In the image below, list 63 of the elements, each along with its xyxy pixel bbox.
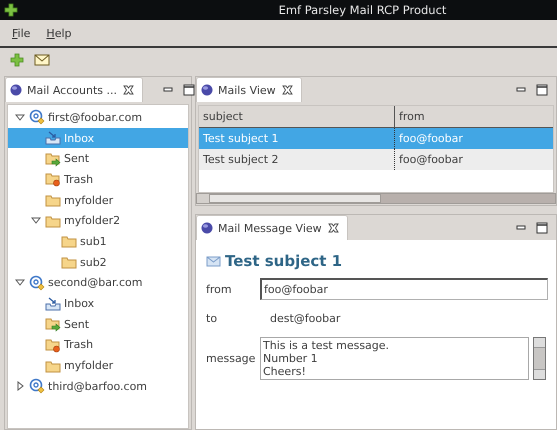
vertical-scrollbar[interactable]	[533, 337, 546, 380]
maximize-icon[interactable]	[536, 84, 548, 96]
expanded-arrow-icon[interactable]	[15, 112, 25, 122]
table-cell: foo@foobar	[395, 149, 553, 170]
tree-item[interactable]: Trash	[8, 334, 188, 356]
folder-badge-icon	[45, 171, 61, 188]
add-icon[interactable]	[10, 53, 24, 67]
close-icon[interactable]	[280, 84, 293, 96]
sphere-icon	[201, 222, 213, 234]
window-title: Emf Parsley Mail RCP Product	[278, 3, 448, 17]
tree-item[interactable]: sub1	[8, 231, 188, 252]
message-text-area[interactable]: This is a test message. Number 1 Cheers!	[260, 337, 529, 380]
minimize-icon[interactable]	[516, 222, 526, 232]
envelope-icon	[206, 254, 221, 268]
table-cell: Test subject 2	[199, 149, 395, 170]
input-field[interactable]: foo@foobar	[260, 278, 548, 300]
folder-badge-icon	[45, 336, 61, 353]
tree-item[interactable]: myfolder	[8, 355, 188, 376]
minimize-icon[interactable]	[516, 84, 526, 94]
minimize-icon[interactable]	[162, 84, 173, 94]
view-tab[interactable]: Mails View	[196, 77, 302, 102]
tree-item[interactable]: third@barfoo.com	[8, 376, 188, 397]
close-icon[interactable]	[122, 84, 134, 96]
tree-item[interactable]: myfolder2	[8, 210, 188, 232]
table-cell: Test subject 1	[199, 128, 395, 149]
message-heading: Test subject 1	[225, 252, 342, 270]
view-tab[interactable]: Mail Accounts ...	[5, 77, 143, 102]
maximize-icon[interactable]	[182, 84, 195, 96]
maximize-icon[interactable]	[536, 222, 548, 234]
account-icon	[29, 378, 45, 394]
field-label: from	[206, 282, 233, 296]
field-value: dest@foobar	[269, 312, 342, 325]
column-header[interactable]: from	[395, 106, 553, 128]
inbox-icon	[45, 130, 61, 146]
expanded-arrow-icon[interactable]	[15, 278, 25, 288]
tree-item[interactable]: myfolder	[8, 190, 188, 210]
close-icon[interactable]	[326, 222, 339, 234]
tree-item[interactable]: Trash	[8, 169, 188, 190]
tree-item[interactable]: second@bar.com	[8, 272, 188, 294]
menu-item[interactable]: File	[6, 24, 36, 42]
tree-item[interactable]: Sent	[8, 148, 188, 170]
field-label: to	[206, 312, 218, 325]
tree-item[interactable]: Inbox	[8, 293, 188, 314]
envelope-icon[interactable]	[34, 52, 50, 68]
inbox-icon	[45, 296, 61, 312]
tree-item[interactable]: first@foobar.com	[8, 107, 188, 128]
sphere-icon	[201, 84, 213, 96]
folder-arrow-icon	[45, 316, 61, 332]
column-header[interactable]: subject	[199, 106, 395, 128]
sphere-icon	[10, 84, 22, 96]
menu-item[interactable]: Help	[40, 24, 78, 42]
collapsed-arrow-icon[interactable]	[16, 381, 24, 392]
table-cell: foo@foobar	[395, 128, 553, 149]
view-tab[interactable]: Mail Message View	[196, 215, 348, 240]
account-icon	[29, 109, 45, 126]
expanded-arrow-icon[interactable]	[31, 216, 41, 226]
tree-item[interactable]: sub2	[8, 252, 188, 272]
app-plus-icon	[4, 3, 18, 17]
horizontal-scrollbar[interactable]	[196, 192, 556, 204]
folder-arrow-icon	[45, 150, 61, 167]
field-label: message	[206, 352, 256, 365]
tree-item[interactable]: Sent	[8, 314, 188, 335]
account-icon	[29, 274, 45, 291]
